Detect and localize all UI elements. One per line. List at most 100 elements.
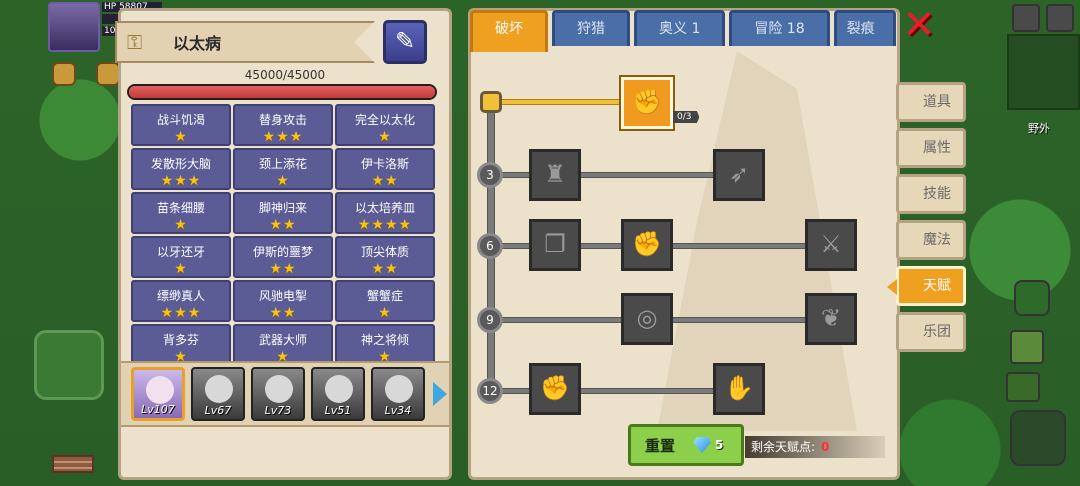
syringe-button[interactable]: ✎ [383, 20, 427, 64]
globe-icon[interactable] [1012, 4, 1040, 32]
hero-card[interactable]: Lv34 [371, 367, 425, 421]
trait-cell[interactable]: 伊斯的噩梦 ★★ [233, 236, 333, 278]
hero-level: Lv51 [324, 404, 352, 417]
points-label: 剩余天赋点: [751, 440, 816, 454]
trait-cell[interactable]: 风驰电掣 ★★ [233, 280, 333, 322]
hero-portrait [205, 375, 233, 403]
syringe-icon: ✎ [394, 27, 416, 55]
trait-name: 脚神归来 [258, 201, 307, 215]
trait-cell[interactable]: 苗条细腰 ★ [131, 192, 231, 234]
star-rating: ★★ [269, 305, 297, 321]
tree-branch [495, 99, 625, 105]
handshake-icon[interactable]: ✊ [621, 77, 673, 129]
exit-icon[interactable] [1046, 4, 1074, 32]
trait-name: 风驰电掣 [258, 289, 307, 303]
tab-destroy[interactable]: 破坏 [470, 10, 548, 52]
tier-label: 6 [477, 233, 503, 259]
panel-title: 以太病 [173, 34, 222, 53]
hero-level: Lv67 [204, 404, 232, 417]
bow-icon[interactable] [1010, 410, 1066, 466]
ring-icon[interactable]: ◎ [621, 293, 673, 345]
trait-name: 缥缈真人 [156, 289, 205, 303]
trait-name: 以牙还牙 [156, 245, 205, 259]
nav-attributes[interactable]: 属性 [896, 128, 966, 168]
node-count: 0/3 [673, 111, 700, 123]
star-rating: ★★ [371, 261, 399, 277]
trait-cell[interactable]: 伊卡洛斯 ★★ [335, 148, 435, 190]
dpad-control[interactable] [34, 330, 104, 400]
diamond-icon [693, 437, 712, 453]
shield-icon[interactable] [1014, 280, 1050, 316]
trait-name: 背多芬 [162, 333, 199, 347]
trait-name: 战斗饥渴 [156, 113, 205, 127]
roster-next-arrow-icon[interactable] [433, 382, 447, 406]
hero-level: Lv107 [141, 403, 175, 416]
hero-card[interactable]: Lv51 [311, 367, 365, 421]
buff-icon[interactable] [52, 62, 76, 86]
gauntlet-icon[interactable]: ✋ [713, 363, 765, 415]
trait-cell[interactable]: 颈上添花 ★ [233, 148, 333, 190]
title-ribbon: ⚿ 以太病 [115, 21, 375, 63]
side-navigation: 道具 属性 技能 魔法 天赋 乐团 [887, 82, 966, 352]
tab-mystery[interactable]: 奥义 1 [634, 10, 726, 46]
nav-skills[interactable]: 技能 [896, 174, 966, 214]
nav-talents[interactable]: 天赋 [887, 266, 966, 306]
star-rating: ★ [174, 261, 188, 277]
scroll-icon[interactable]: ❐ [529, 219, 581, 271]
trait-cell[interactable]: 替身攻击 ★★★ [233, 104, 333, 146]
knight-icon[interactable] [1010, 330, 1044, 364]
reset-button[interactable]: 重置 5 [628, 424, 744, 466]
talent-panel: 3 6 9 12 ✊ 0/3 ♜ ➶ ❐ ✊ ⚔ ◎ ❦ ✊ ✋ 重置 5 剩余… [468, 8, 900, 480]
tier-label: 12 [477, 378, 503, 404]
hero-portrait [265, 375, 293, 403]
nav-troupe[interactable]: 乐团 [896, 312, 966, 352]
menu-brick-button[interactable] [52, 455, 94, 473]
punch-icon[interactable]: ✊ [529, 363, 581, 415]
trait-cell[interactable]: 缥缈真人 ★★★ [131, 280, 231, 322]
trait-cell[interactable]: 发散形大脑 ★★★ [131, 148, 231, 190]
close-icon[interactable]: ✕ [902, 5, 936, 45]
hero-card[interactable]: Lv107 [131, 367, 185, 421]
trait-cell[interactable]: 神之将倾 ★ [335, 324, 435, 366]
nav-items[interactable]: 道具 [896, 82, 966, 122]
tab-hunt[interactable]: 狩猎 [552, 10, 630, 46]
trait-cell[interactable]: 脚神归来 ★★ [233, 192, 333, 234]
star-rating: ★ [276, 173, 290, 189]
star-rating: ★★★ [160, 173, 202, 189]
trait-cell[interactable]: 背多芬 ★ [131, 324, 231, 366]
hp-bar [127, 84, 437, 100]
trait-name: 苗条细腰 [156, 201, 205, 215]
character-panel: ⚿ 以太病 ✎ 45000/45000 战斗饥渴 ★ 替身攻击 ★★★ 完全以太化 ★ 发散… [115, 8, 452, 480]
star-rating: ★ [174, 217, 188, 233]
torso-icon[interactable]: ♜ [529, 149, 581, 201]
nav-magic[interactable]: 魔法 [896, 220, 966, 260]
tier-label: 3 [477, 162, 503, 188]
trait-name: 颈上添花 [258, 157, 307, 171]
tab-adventure[interactable]: 冒险 18 [729, 10, 830, 46]
fist-icon[interactable]: ✊ [621, 219, 673, 271]
hero-portrait [325, 375, 353, 403]
hero-portrait [146, 376, 174, 404]
sword-icon[interactable]: ⚔ [805, 219, 857, 271]
trait-cell[interactable]: 完全以太化 ★ [335, 104, 435, 146]
star-rating: ★★ [269, 261, 297, 277]
player-avatar[interactable] [48, 2, 100, 52]
trait-cell[interactable]: 顶尖体质 ★★ [335, 236, 435, 278]
minimap[interactable] [1007, 34, 1080, 110]
sword-icon[interactable] [1006, 372, 1040, 402]
trait-cell[interactable]: 武器大师 ★ [233, 324, 333, 366]
wing-icon[interactable]: ❦ [805, 293, 857, 345]
star-rating: ★★★★ [357, 217, 413, 233]
tree-root-knob [480, 91, 502, 113]
hero-card[interactable]: Lv67 [191, 367, 245, 421]
hero-portrait [385, 375, 413, 403]
trait-cell[interactable]: 以牙还牙 ★ [131, 236, 231, 278]
tab-rift[interactable]: 裂痕 [833, 10, 896, 46]
coin-icon[interactable] [96, 62, 120, 86]
trait-cell[interactable]: 战斗饥渴 ★ [131, 104, 231, 146]
star-rating: ★ [378, 129, 392, 145]
trait-cell[interactable]: 蟹蟹症 ★ [335, 280, 435, 322]
trait-cell[interactable]: 以太培养皿 ★★★★ [335, 192, 435, 234]
hero-card[interactable]: Lv73 [251, 367, 305, 421]
arrow-icon[interactable]: ➶ [713, 149, 765, 201]
